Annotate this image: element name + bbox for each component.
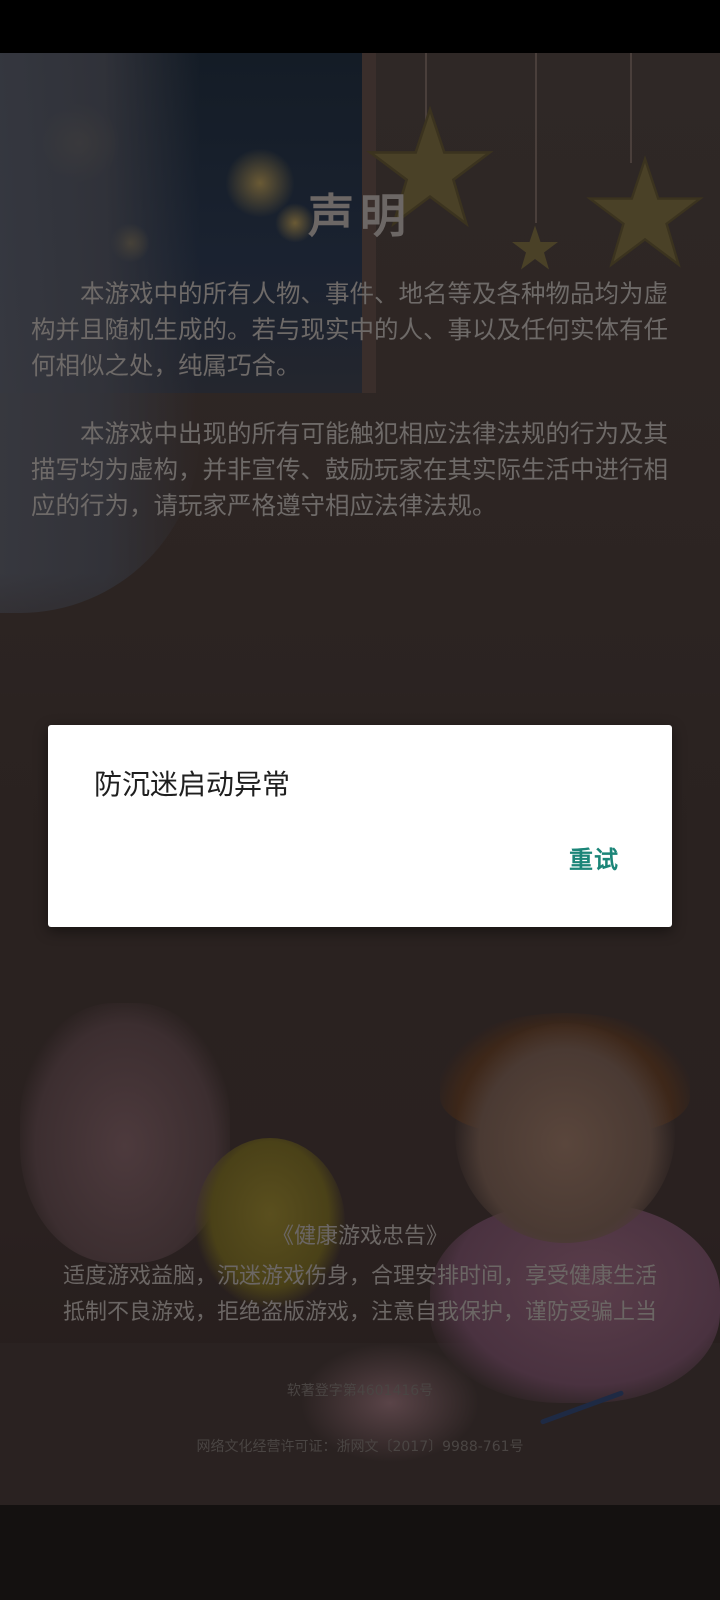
star-string (630, 53, 632, 163)
culture-license-text: 网络文化经营许可证：浙网文〔2017〕9988-761号 (196, 1439, 524, 1455)
disclaimer-paragraph-2: 本游戏中出现的所有可能触犯相应法律法规的行为及其描写均为虚构，并非宣传、鼓励玩家… (31, 419, 668, 520)
health-advice-line-1: 适度游戏益脑，沉迷游戏伤身，合理安排时间，享受健康生活 (62, 1264, 657, 1289)
anti-addiction-error-dialog: 防沉迷启动异常 重试 (48, 725, 672, 927)
health-advice-title: 《健康游戏忠告》 (271, 1224, 448, 1249)
disclaimer-paragraph-1: 本游戏中的所有人物、事件、地名等及各种物品均为虚构并且随机生成的。若与现实中的人… (31, 279, 668, 380)
software-copyright-text: 软著登字第4601416号 (286, 1383, 434, 1399)
girl-head-illustration (455, 1023, 675, 1243)
retry-button[interactable]: 重试 (544, 829, 644, 885)
window-sill (0, 573, 720, 693)
dialog-message: 防沉迷启动异常 (94, 768, 291, 801)
bottom-navigation-bar (0, 1505, 720, 1600)
health-advice-line-2: 抵制不良游戏，拒绝盗版游戏，注意自我保护，谨防受骗上当 (62, 1300, 657, 1325)
disclaimer-title: 声明 (308, 189, 412, 243)
status-bar (0, 0, 720, 53)
